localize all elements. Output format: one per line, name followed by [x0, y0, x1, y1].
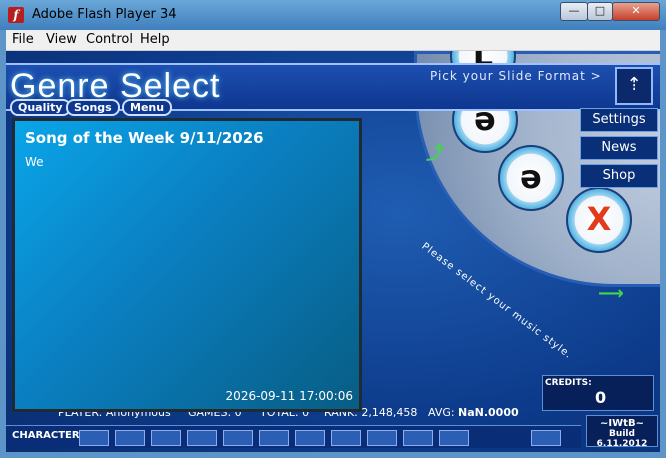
- wheel-arrow-up[interactable]: ⤴: [426, 139, 444, 165]
- character-slot[interactable]: [295, 430, 325, 446]
- credits-value: 0: [595, 388, 607, 407]
- song-of-week-panel: Song of the Week 9/11/2026 We 2026-09-11…: [12, 118, 362, 412]
- news-button[interactable]: News: [580, 136, 658, 160]
- character-bar: CHARACTER: [6, 425, 581, 448]
- menu-file[interactable]: File: [12, 32, 34, 47]
- tab-menu[interactable]: Menu: [122, 99, 173, 116]
- song-of-week-body: We: [25, 155, 44, 169]
- flash-icon: f: [8, 7, 24, 23]
- window-frame-right: [660, 30, 666, 458]
- character-slot[interactable]: [531, 430, 561, 446]
- tab-quality[interactable]: Quality: [10, 99, 71, 116]
- slide-format-prompt[interactable]: Pick your Slide Format >: [430, 69, 602, 83]
- build-info: ~IWtB~ Build 6.11.2012: [586, 415, 658, 449]
- menu-view[interactable]: View: [46, 32, 77, 47]
- credits-box: CREDITS: 0: [542, 375, 654, 411]
- character-slot[interactable]: [367, 430, 397, 446]
- character-slot[interactable]: [331, 430, 361, 446]
- character-slot[interactable]: [79, 430, 109, 446]
- build-version: Build 6.11.2012: [596, 429, 648, 449]
- menu-help[interactable]: Help: [140, 32, 170, 47]
- song-of-week-title: Song of the Week 9/11/2026: [25, 129, 264, 147]
- character-label: CHARACTER: [12, 430, 80, 441]
- window-frame-bottom: [0, 452, 666, 458]
- stat-avg-value: NaN.0000: [458, 406, 519, 419]
- character-slot[interactable]: [115, 430, 145, 446]
- character-slot[interactable]: [259, 430, 289, 446]
- stat-avg-label: AVG:: [428, 406, 455, 419]
- character-slot[interactable]: [439, 430, 469, 446]
- minimize-button[interactable]: —: [560, 2, 588, 21]
- character-slot[interactable]: [151, 430, 181, 446]
- window-title: Adobe Flash Player 34: [32, 7, 177, 22]
- title-bar: f Adobe Flash Player 34 — □ ✕: [0, 0, 666, 30]
- tab-songs[interactable]: Songs: [66, 99, 120, 116]
- credits-label: CREDITS:: [545, 378, 592, 388]
- character-slot[interactable]: [187, 430, 217, 446]
- song-of-week-timestamp: 2026-09-11 17:00:06: [225, 389, 353, 403]
- genre-disc-4[interactable]: X: [566, 187, 632, 253]
- build-tag: ~IWtB~: [600, 418, 644, 429]
- shop-button[interactable]: Shop: [580, 164, 658, 188]
- wheel-arrow-right[interactable]: ⟶: [598, 283, 624, 304]
- character-slot[interactable]: [403, 430, 433, 446]
- menu-control[interactable]: Control: [86, 32, 133, 47]
- slide-format-icon[interactable]: ⇡: [615, 67, 653, 105]
- genre-disc-3[interactable]: ə: [498, 145, 564, 211]
- close-button[interactable]: ✕: [612, 2, 660, 21]
- menu-bar: File View Control Help: [6, 30, 660, 51]
- character-slot[interactable]: [223, 430, 253, 446]
- settings-button[interactable]: Settings: [580, 108, 658, 132]
- maximize-button[interactable]: □: [587, 2, 613, 21]
